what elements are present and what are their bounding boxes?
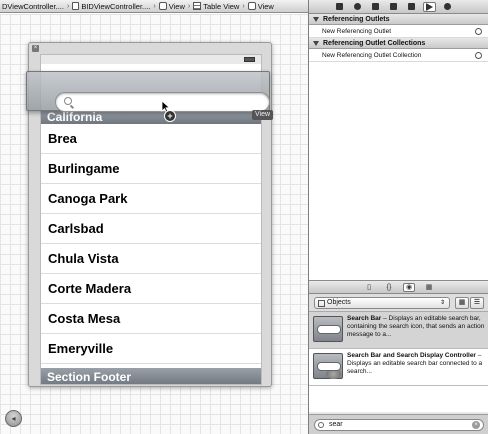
crumb-label: BIDViewController....: [81, 1, 151, 11]
table-row[interactable]: Burlingame: [41, 154, 261, 184]
connection-label: New Referencing Outlet Collection: [322, 52, 422, 59]
file-inspector-icon: [336, 3, 343, 10]
library-filter-input[interactable]: sear ×: [314, 419, 484, 431]
search-icon: [318, 422, 324, 428]
section-title: Referencing Outlet Collections: [323, 39, 426, 47]
utility-pane: Referencing Outlets New Referencing Outl…: [308, 0, 488, 434]
section-title: Referencing Outlets: [323, 15, 390, 23]
crumb-label: View: [257, 1, 274, 11]
connection-row: New Referencing Outlet: [309, 25, 488, 38]
library-tab-bar: ▯ {} ◉ ▦: [309, 280, 488, 294]
back-arrow-button[interactable]: ◂: [5, 410, 22, 427]
crumb-view-2[interactable]: View: [246, 0, 276, 12]
icon-view-button[interactable]: ▦: [455, 297, 469, 309]
size-inspector-icon: [408, 3, 415, 10]
select-value: Objects: [327, 299, 351, 306]
identity-inspector-tab[interactable]: [369, 2, 382, 12]
code-snippet-library-tab[interactable]: {}: [383, 283, 395, 292]
file-icon: [72, 2, 80, 10]
item-name: Search Bar: [347, 315, 382, 322]
item-name: Search Bar and Search Display Controller: [347, 352, 476, 359]
jump-bar: DViewController.... › BIDViewController.…: [0, 0, 308, 13]
table-row[interactable]: Canoga Park: [41, 184, 261, 214]
crumb-label: View: [168, 1, 185, 11]
quick-help-icon: [354, 3, 361, 10]
quick-help-tab[interactable]: [351, 2, 364, 12]
disclosure-triangle-icon[interactable]: [313, 40, 319, 46]
media-library-tab[interactable]: ▦: [423, 283, 435, 292]
file-template-library-tab[interactable]: ▯: [363, 283, 375, 292]
object-library-list: Search Bar – Displays an editable search…: [309, 312, 488, 412]
table-row[interactable]: Costa Mesa: [41, 304, 261, 334]
drag-copy-badge-icon: +: [164, 110, 176, 122]
connection-label: New Referencing Outlet: [322, 28, 392, 35]
clear-icon[interactable]: ×: [472, 421, 480, 429]
table-view[interactable]: Brea Burlingame Canoga Park Carlsbad Chu…: [41, 124, 261, 364]
status-bar: [41, 55, 261, 64]
library-filter-bar: sear ×: [309, 414, 488, 434]
connection-row: New Referencing Outlet Collection: [309, 49, 488, 62]
disclosure-triangle-icon[interactable]: [313, 16, 319, 22]
inspector-tab-bar: [309, 0, 488, 14]
drop-target-tooltip: View: [252, 110, 274, 120]
size-inspector-tab[interactable]: [405, 2, 418, 12]
crumb-label: DViewController....: [2, 1, 64, 11]
connections-inspector: Referencing Outlets New Referencing Outl…: [309, 14, 488, 280]
table-row[interactable]: Corte Madera: [41, 274, 261, 304]
attributes-inspector-icon: [390, 3, 397, 10]
scene-close-icon[interactable]: ×: [32, 45, 39, 52]
section-header-referencing-outlets[interactable]: Referencing Outlets: [309, 14, 488, 25]
dragged-search-bar[interactable]: [26, 71, 270, 112]
bindings-inspector-tab[interactable]: [441, 2, 454, 12]
section-footer: Section Footer: [41, 368, 261, 384]
library-category-select[interactable]: Objects ⇕: [314, 297, 450, 309]
table-row[interactable]: Emeryville: [41, 334, 261, 364]
table-row[interactable]: Chula Vista: [41, 244, 261, 274]
table-row[interactable]: Carlsbad: [41, 214, 261, 244]
back-arrow-icon: ◂: [11, 414, 16, 423]
storyboard-canvas[interactable]: × California Brea Burlingame Canoga Park…: [0, 14, 308, 434]
connection-circle-icon[interactable]: [475, 52, 482, 59]
view-icon: [247, 2, 256, 10]
attributes-inspector-tab[interactable]: [387, 2, 400, 12]
list-item[interactable]: Search Bar – Displays an editable search…: [309, 312, 488, 349]
select-arrows-icon: ⇕: [439, 300, 445, 306]
library-toolbar: Objects ⇕ ▦ ☰: [309, 294, 488, 312]
bindings-inspector-icon: [444, 3, 451, 10]
connections-inspector-icon: [426, 2, 433, 11]
list-item[interactable]: Search Bar and Search Display Controller…: [309, 349, 488, 386]
crumb-view-controller[interactable]: DViewController....: [0, 0, 66, 12]
search-display-controller-object-icon: [313, 353, 343, 379]
table-view-icon: [193, 2, 202, 10]
filter-value: sear: [329, 421, 343, 428]
search-bar-object-icon: [313, 316, 343, 342]
object-library-tab[interactable]: ◉: [403, 282, 415, 292]
crumb-view[interactable]: View: [157, 0, 187, 12]
connection-circle-icon[interactable]: [475, 28, 482, 35]
view-icon: [158, 2, 167, 10]
connections-inspector-tab[interactable]: [423, 1, 436, 12]
identity-inspector-icon: [372, 3, 379, 10]
crumb-bid-view-controller[interactable]: BIDViewController....: [70, 0, 152, 12]
crumb-table-view[interactable]: Table View: [191, 0, 241, 12]
list-view-button[interactable]: ☰: [470, 297, 484, 309]
crumb-label: Table View: [203, 1, 240, 11]
file-inspector-tab[interactable]: [333, 2, 346, 12]
table-row[interactable]: Brea: [41, 124, 261, 154]
battery-icon: [244, 57, 255, 62]
section-header: California: [41, 110, 261, 124]
section-header-referencing-outlet-collections[interactable]: Referencing Outlet Collections: [309, 38, 488, 49]
search-icon: [64, 97, 72, 105]
